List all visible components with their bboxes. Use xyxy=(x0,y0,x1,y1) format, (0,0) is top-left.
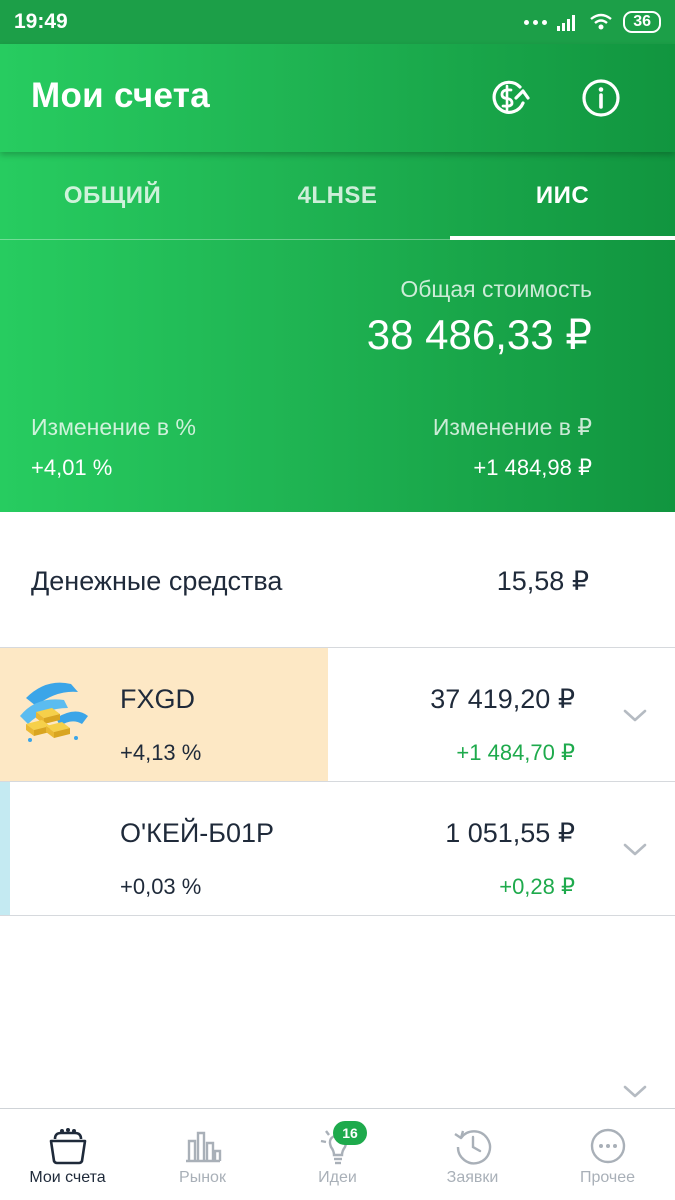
nav-more[interactable]: Прочее xyxy=(540,1109,675,1200)
asset-change-rub: +1 484,70 ₽ xyxy=(456,740,575,765)
accounts-header: Мои счета ОБЩИЙ 4LHSE ИИС Общая стоимост… xyxy=(0,44,675,512)
asset-change-percent: +4,13 % xyxy=(120,740,202,765)
signal-icon xyxy=(557,15,576,31)
asset-value: 37 419,20 ₽ xyxy=(430,684,575,714)
cash-row[interactable]: Денежные средства 15,58 ₽ xyxy=(0,512,675,1098)
change-rub-label: Изменение в ₽ xyxy=(432,414,592,440)
nav-market[interactable]: Рынок xyxy=(135,1109,270,1200)
chevron-down-icon[interactable] xyxy=(622,842,648,858)
change-percent-label: Изменение в % xyxy=(31,414,196,440)
nav-label: Идеи xyxy=(318,1169,357,1186)
chevron-down-icon[interactable] xyxy=(622,708,648,724)
status-icons: 36 xyxy=(524,11,661,33)
info-icon xyxy=(582,79,620,117)
cash-label: Денежные средства xyxy=(31,566,283,596)
app-bar: Мои счета xyxy=(0,44,675,152)
nav-label: Прочее xyxy=(579,1169,636,1186)
ideas-count-badge: 16 xyxy=(333,1121,367,1145)
more-notifications-icon xyxy=(524,19,548,25)
asset-change-percent: +0,03 % xyxy=(120,874,202,899)
tab-4lhse[interactable]: 4LHSE xyxy=(225,152,450,240)
bottom-navigation: Мои счета Рынок Идеи Заявки Прочее 16 xyxy=(0,1108,675,1200)
change-rub-value: +1 484,98 ₽ xyxy=(473,455,592,480)
currency-exchange-button[interactable] xyxy=(486,76,530,120)
nav-label: Мои счета xyxy=(29,1169,106,1186)
tab-iis[interactable]: ИИС xyxy=(450,152,675,240)
nav-label: Заявки xyxy=(446,1169,499,1186)
total-value-label: Общая стоимость xyxy=(400,276,592,302)
portfolio-share-bar xyxy=(0,782,10,915)
asset-row-fxgd[interactable]: FXGD +4,13 % 37 419,20 ₽ +1 484,70 ₽ xyxy=(0,648,675,782)
asset-name: О'КЕЙ-Б01Р xyxy=(120,818,275,848)
tab-selected-indicator xyxy=(450,236,675,240)
nav-label: Рынок xyxy=(179,1169,226,1186)
currency-exchange-icon xyxy=(492,80,530,114)
asset-row-okey[interactable]: О'КЕЙ-Б01Р +0,03 % 1 051,55 ₽ +0,28 ₽ xyxy=(0,782,675,916)
clock-history-icon xyxy=(454,1130,492,1165)
cash-value: 15,58 ₽ xyxy=(496,566,589,596)
wallet-icon xyxy=(49,1128,87,1165)
gold-bars-icon xyxy=(20,682,88,742)
account-tabs: ОБЩИЙ 4LHSE ИИС xyxy=(0,152,675,240)
change-percent-value: +4,01 % xyxy=(31,455,113,480)
tab-general[interactable]: ОБЩИЙ xyxy=(0,152,225,240)
total-value: 38 486,33 ₽ xyxy=(366,311,592,358)
page-title: Мои счета xyxy=(31,76,210,115)
asset-value: 1 051,55 ₽ xyxy=(445,818,575,848)
nav-my-accounts[interactable]: Мои счета xyxy=(0,1109,135,1200)
more-dots-icon xyxy=(590,1128,626,1164)
battery-indicator: 36 xyxy=(623,11,661,33)
asset-change-rub: +0,28 ₽ xyxy=(499,874,575,899)
wifi-icon xyxy=(590,13,612,30)
status-time: 19:49 xyxy=(14,10,68,33)
market-chart-icon xyxy=(186,1131,222,1163)
status-bar: 19:49 36 xyxy=(0,0,675,44)
nav-orders[interactable]: Заявки xyxy=(405,1109,540,1200)
chevron-down-icon[interactable] xyxy=(622,1084,648,1100)
info-button[interactable] xyxy=(579,76,623,120)
asset-name: FXGD xyxy=(120,684,196,714)
